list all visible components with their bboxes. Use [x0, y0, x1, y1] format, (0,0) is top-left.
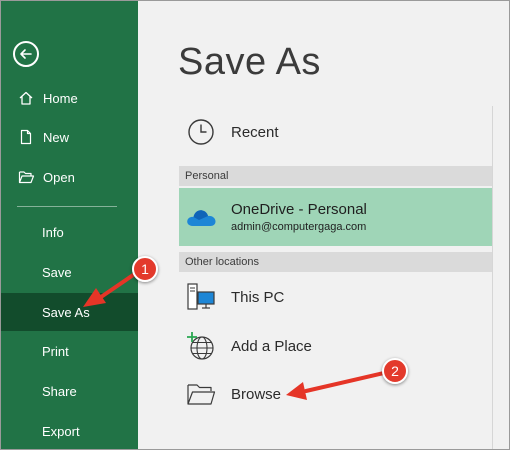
location-label: Recent: [231, 123, 279, 141]
location-add-a-place[interactable]: Add a Place: [179, 326, 492, 366]
sidebar-item-save-as[interactable]: Save As: [1, 293, 138, 331]
location-label: Browse: [231, 385, 282, 403]
location-onedrive-personal[interactable]: OneDrive - Personal admin@computergaga.c…: [179, 188, 492, 246]
computer-icon: [185, 281, 217, 313]
sidebar-item-label: New: [43, 129, 70, 145]
sidebar-item-new[interactable]: New: [1, 119, 138, 155]
location-label: This PC: [231, 288, 285, 306]
folder-icon: [185, 378, 217, 410]
sidebar-item-label: Home: [43, 90, 78, 106]
sidebar-divider: [17, 206, 117, 207]
backstage-sidebar: Home New Open Info Save Save As Print Sh…: [1, 1, 138, 449]
clock-icon: [185, 116, 217, 148]
panel-divider: [492, 106, 493, 449]
globe-add-icon: [185, 330, 217, 362]
save-as-panel: Save As Recent Personal OneDrive - Perso…: [138, 1, 509, 449]
home-icon: [17, 89, 35, 107]
location-browse[interactable]: Browse: [179, 374, 492, 414]
arrow-left-icon: [20, 49, 32, 59]
sidebar-item-label: Print: [42, 343, 69, 359]
onedrive-account-email: admin@computergaga.com: [231, 221, 367, 233]
new-document-icon: [17, 128, 35, 146]
sidebar-item-label: Save As: [42, 304, 90, 320]
save-locations-list: Recent Personal OneDrive - Personal admi…: [179, 1, 492, 449]
back-button[interactable]: [13, 41, 39, 67]
annotation-badge-1: 1: [132, 256, 158, 282]
sidebar-item-info[interactable]: Info: [1, 214, 138, 250]
location-this-pc[interactable]: This PC: [179, 277, 492, 317]
onedrive-cloud-icon: [185, 201, 217, 233]
location-recent[interactable]: Recent: [179, 112, 492, 152]
sidebar-item-home[interactable]: Home: [1, 80, 138, 116]
sidebar-item-label: Open: [43, 169, 75, 185]
section-header-personal: Personal: [179, 166, 492, 186]
folder-open-icon: [17, 168, 35, 186]
sidebar-item-label: Info: [42, 224, 64, 240]
sidebar-item-label: Save: [42, 264, 72, 280]
excel-backstage-window: Home New Open Info Save Save As Print Sh…: [0, 0, 510, 450]
sidebar-item-print[interactable]: Print: [1, 333, 138, 369]
sidebar-item-share[interactable]: Share: [1, 373, 138, 409]
section-header-other-locations: Other locations: [179, 252, 492, 272]
onedrive-account-name: OneDrive - Personal: [231, 201, 367, 218]
location-label: Add a Place: [231, 337, 312, 355]
sidebar-item-save[interactable]: Save: [1, 254, 138, 290]
annotation-badge-2: 2: [382, 358, 408, 384]
sidebar-item-label: Share: [42, 383, 77, 399]
sidebar-item-export[interactable]: Export: [1, 413, 138, 449]
sidebar-item-label: Export: [42, 423, 80, 439]
sidebar-item-open[interactable]: Open: [1, 159, 138, 195]
